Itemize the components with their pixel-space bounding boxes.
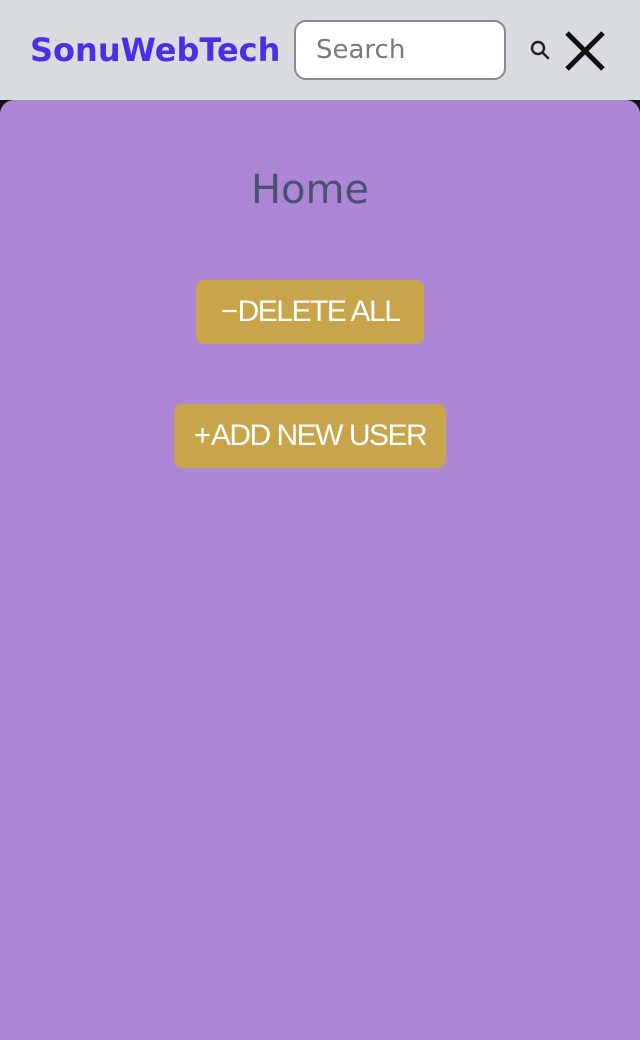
add-new-user-label: ADD NEW USER [210, 419, 428, 452]
add-new-user-button[interactable]: +ADD NEW USER [174, 404, 446, 468]
main-panel: Home −DELETE ALL +ADD NEW USER [0, 100, 640, 1040]
brand-logo[interactable]: SonuWebTech [30, 30, 280, 70]
search-input[interactable] [294, 20, 506, 80]
top-navbar: SonuWebTech [0, 0, 640, 100]
close-icon[interactable] [562, 28, 608, 74]
page-title: Home [250, 167, 370, 213]
delete-all-button[interactable]: −DELETE ALL [196, 280, 424, 344]
delete-all-label: DELETE ALL [237, 295, 401, 328]
plus-icon: + [193, 419, 212, 452]
search-icon[interactable] [528, 38, 552, 62]
minus-icon: − [220, 295, 239, 328]
